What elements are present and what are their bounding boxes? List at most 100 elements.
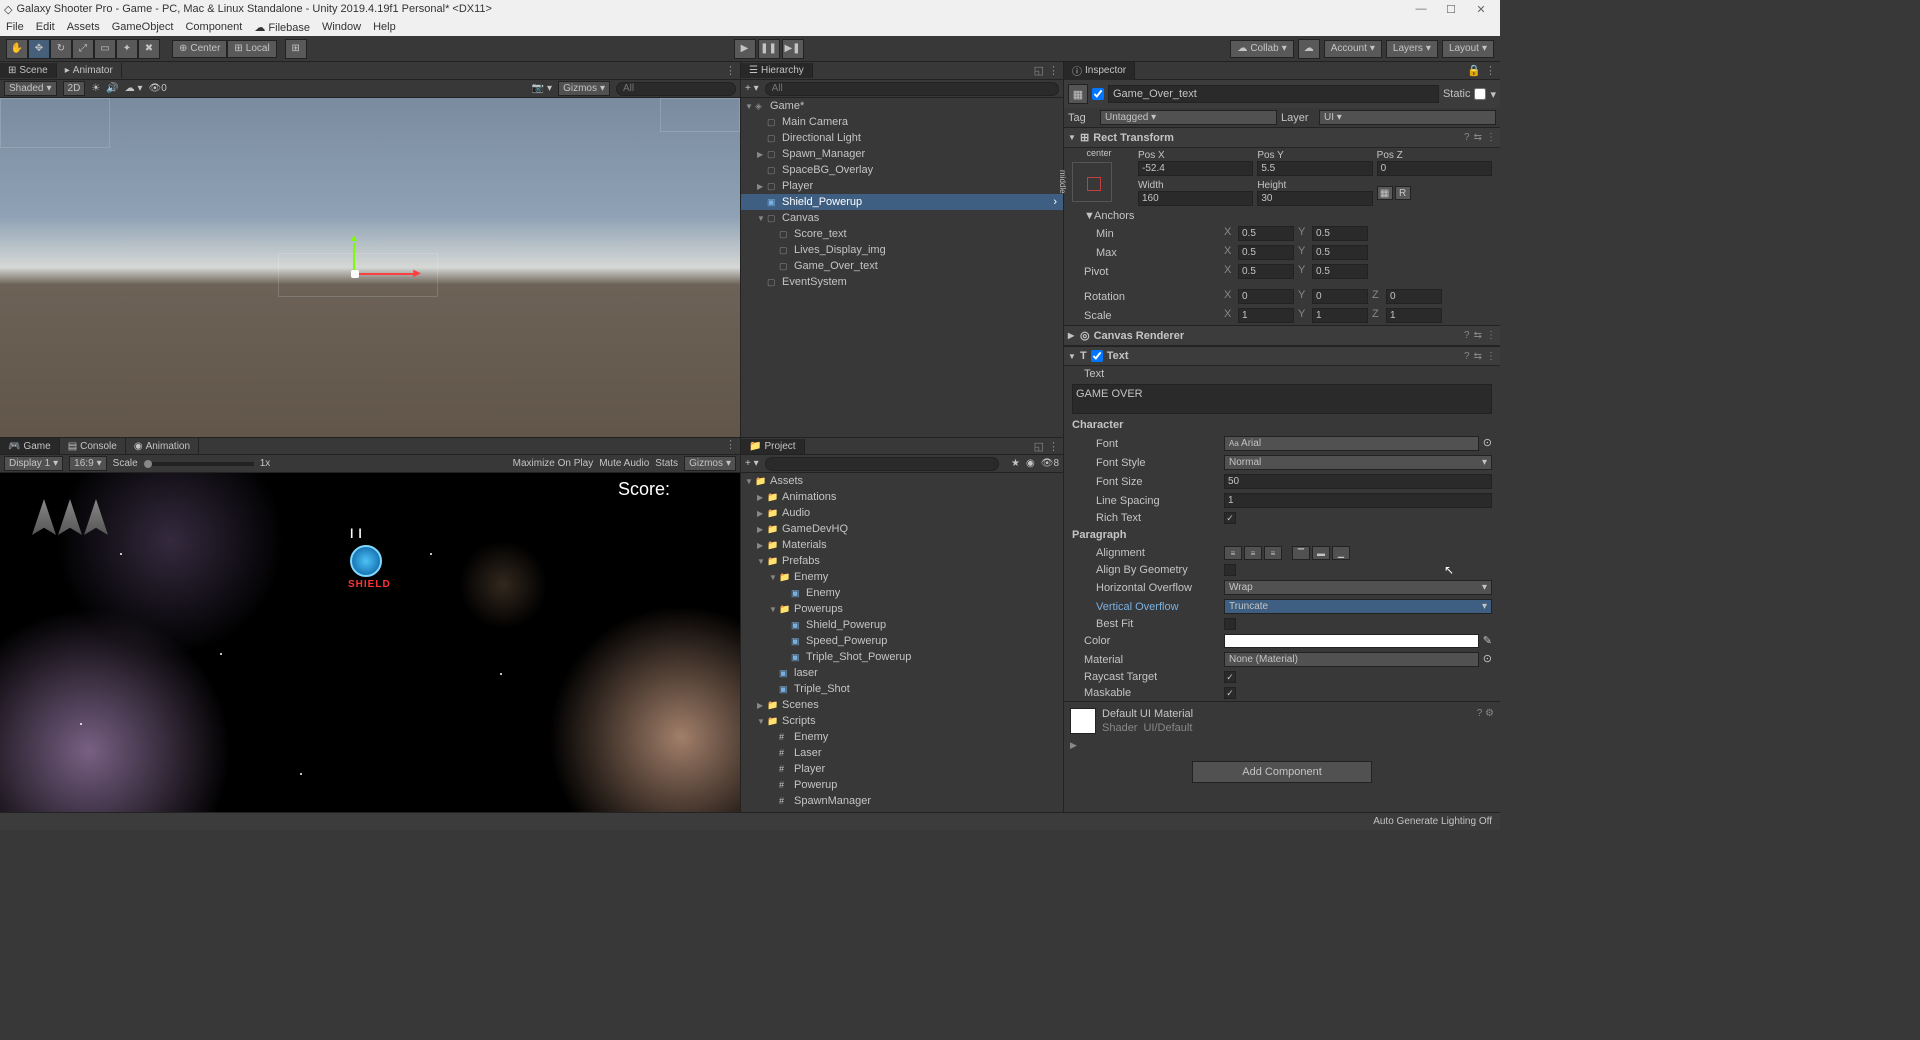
hierarchy-item[interactable]: ▢Game_Over_text <box>741 258 1063 274</box>
text-value-field[interactable]: GAME OVER <box>1072 384 1492 414</box>
help-icon[interactable]: ? <box>1464 330 1470 341</box>
material-field[interactable]: None (Material) <box>1224 652 1479 667</box>
gizmo-y-axis[interactable] <box>353 243 355 273</box>
camera-icon[interactable]: 📷 ▾ <box>532 83 552 94</box>
project-search[interactable] <box>765 457 999 471</box>
pivot-y[interactable] <box>1312 264 1368 279</box>
pos-x-field[interactable] <box>1138 161 1253 176</box>
favorite-icon[interactable]: ★ <box>1011 458 1020 469</box>
project-item[interactable]: ▣Shield_Powerup <box>741 617 1063 633</box>
pivot-toggle[interactable]: ⊕ Center <box>172 40 227 58</box>
audio-icon[interactable]: 🔊 <box>106 83 118 94</box>
rot-y[interactable] <box>1312 289 1368 304</box>
menu-icon[interactable]: ⋮ <box>1486 330 1496 341</box>
canvas-renderer-header[interactable]: ▶◎ Canvas Renderer ? ⇆ ⋮ <box>1064 325 1500 346</box>
help-icon[interactable]: ? <box>1464 132 1470 143</box>
game-view[interactable]: Score: ▎ ▎ SHIELD <box>0 473 740 812</box>
gizmo-origin[interactable] <box>351 270 359 278</box>
project-item[interactable]: ▶📁GameDevHQ <box>741 521 1063 537</box>
hierarchy-item[interactable]: ▶▢Spawn_Manager <box>741 146 1063 162</box>
menu-icon[interactable]: ⋮ <box>1486 351 1496 362</box>
eyedropper-icon[interactable]: ✎ <box>1483 634 1492 648</box>
minimize-button[interactable]: — <box>1406 3 1436 15</box>
project-item[interactable]: ▣Enemy <box>741 585 1063 601</box>
text-component-header[interactable]: ▼T Text ? ⇆ ⋮ <box>1064 346 1500 366</box>
pos-z-field[interactable] <box>1377 161 1492 176</box>
vert-overflow-dropdown[interactable]: Truncate ▾ <box>1224 599 1492 614</box>
active-checkbox[interactable] <box>1092 88 1104 100</box>
rotate-tool[interactable]: ↻ <box>50 39 72 59</box>
add-component-button[interactable]: Add Component <box>1192 761 1372 783</box>
pos-y-field[interactable] <box>1257 161 1372 176</box>
layer-dropdown[interactable]: UI ▾ <box>1319 110 1496 125</box>
hierarchy-item[interactable]: ▣Shield_Powerup› <box>741 194 1063 210</box>
panel-menu-icon[interactable]: ⋮ <box>1485 64 1496 77</box>
menu-component[interactable]: Component <box>185 21 242 33</box>
project-item[interactable]: #Laser <box>741 745 1063 761</box>
font-size-field[interactable] <box>1224 474 1492 489</box>
project-item[interactable]: #UIManager <box>741 809 1063 812</box>
help-icon[interactable]: ? <box>1477 708 1483 719</box>
scale-y[interactable] <box>1312 308 1368 323</box>
tag-dropdown[interactable]: Untagged ▾ <box>1100 110 1277 125</box>
panel-menu-icon[interactable]: ⋮ <box>725 438 736 454</box>
gizmos-dropdown[interactable]: Gizmos ▾ <box>558 81 610 96</box>
menu-help[interactable]: Help <box>373 21 396 33</box>
hidden-icon[interactable]: 👁8 <box>1041 458 1059 469</box>
menu-window[interactable]: Window <box>322 21 361 33</box>
menu-gameobject[interactable]: GameObject <box>112 21 174 33</box>
stats-toggle[interactable]: Stats <box>655 458 678 469</box>
project-item[interactable]: ▣Speed_Powerup <box>741 633 1063 649</box>
hierarchy-tab[interactable]: ☰ Hierarchy <box>741 63 813 78</box>
lighting-status[interactable]: Auto Generate Lighting Off <box>1373 816 1492 827</box>
project-item[interactable]: ▣laser <box>741 665 1063 681</box>
hierarchy-item[interactable]: ▢Score_text <box>741 226 1063 242</box>
2d-toggle[interactable]: 2D <box>63 81 86 96</box>
blueprint-icon[interactable]: ▦ <box>1377 186 1393 200</box>
lock-icon[interactable]: 🔒 <box>1467 64 1481 77</box>
label-icon[interactable]: ◉ <box>1026 458 1035 469</box>
panel-menu-icon[interactable]: ⋮ <box>1048 440 1059 453</box>
hierarchy-item[interactable]: ▼▢Canvas <box>741 210 1063 226</box>
object-picker-icon[interactable]: ⊙ <box>1483 436 1492 451</box>
rot-z[interactable] <box>1386 289 1442 304</box>
project-item[interactable]: ▣Triple_Shot_Powerup <box>741 649 1063 665</box>
vertical-alignment[interactable]: ▔▬▁ <box>1292 546 1350 560</box>
light-icon[interactable]: ☀ <box>91 83 100 94</box>
panel-menu-icon[interactable]: ⋮ <box>1048 64 1059 77</box>
project-item[interactable]: ▶📁Materials <box>741 537 1063 553</box>
display-dropdown[interactable]: Display 1 ▾ <box>4 456 63 471</box>
create-dropdown[interactable]: + ▾ <box>745 458 759 469</box>
hierarchy-item[interactable]: ▶▢Player <box>741 178 1063 194</box>
aspect-dropdown[interactable]: 16:9 ▾ <box>69 456 107 471</box>
project-item[interactable]: ▼📁Enemy <box>741 569 1063 585</box>
menu-icon[interactable]: ⋮ <box>1486 132 1496 143</box>
project-item[interactable]: ▼📁Powerups <box>741 601 1063 617</box>
scale-tool[interactable]: ⤢ <box>72 39 94 59</box>
line-spacing-field[interactable] <box>1224 493 1492 508</box>
snap-toggle[interactable]: ⊞ <box>285 39 307 59</box>
scale-x[interactable] <box>1238 308 1294 323</box>
horiz-overflow-dropdown[interactable]: Wrap ▾ <box>1224 580 1492 595</box>
hierarchy-item[interactable]: ▢Main Camera <box>741 114 1063 130</box>
gizmo-x-axis[interactable] <box>355 273 415 275</box>
menu-file[interactable]: File <box>6 21 24 33</box>
hierarchy-item[interactable]: ▢SpaceBG_Overlay <box>741 162 1063 178</box>
hidden-icon[interactable]: 👁0 <box>149 83 167 94</box>
project-item[interactable]: #SpawnManager <box>741 793 1063 809</box>
hand-tool[interactable]: ✋ <box>6 39 28 59</box>
project-item[interactable]: ▶📁Scenes <box>741 697 1063 713</box>
preset-icon[interactable]: ⇆ <box>1474 330 1482 341</box>
align-geometry-checkbox[interactable] <box>1224 564 1236 576</box>
anchor-max-x[interactable] <box>1238 245 1294 260</box>
best-fit-checkbox[interactable] <box>1224 618 1236 630</box>
project-item[interactable]: ▶📁Audio <box>741 505 1063 521</box>
step-button[interactable]: ▶❚ <box>782 39 804 59</box>
raycast-checkbox[interactable]: ✓ <box>1224 671 1236 683</box>
anchor-min-x[interactable] <box>1238 226 1294 241</box>
panel-popup-icon[interactable]: ◱ <box>1034 64 1044 77</box>
hierarchy-search[interactable] <box>765 82 1059 96</box>
rect-transform-header[interactable]: ▼⊞ Rect Transform ? ⇆ ⋮ <box>1064 127 1500 148</box>
help-icon[interactable]: ? <box>1464 351 1470 362</box>
project-item[interactable]: #Enemy <box>741 729 1063 745</box>
